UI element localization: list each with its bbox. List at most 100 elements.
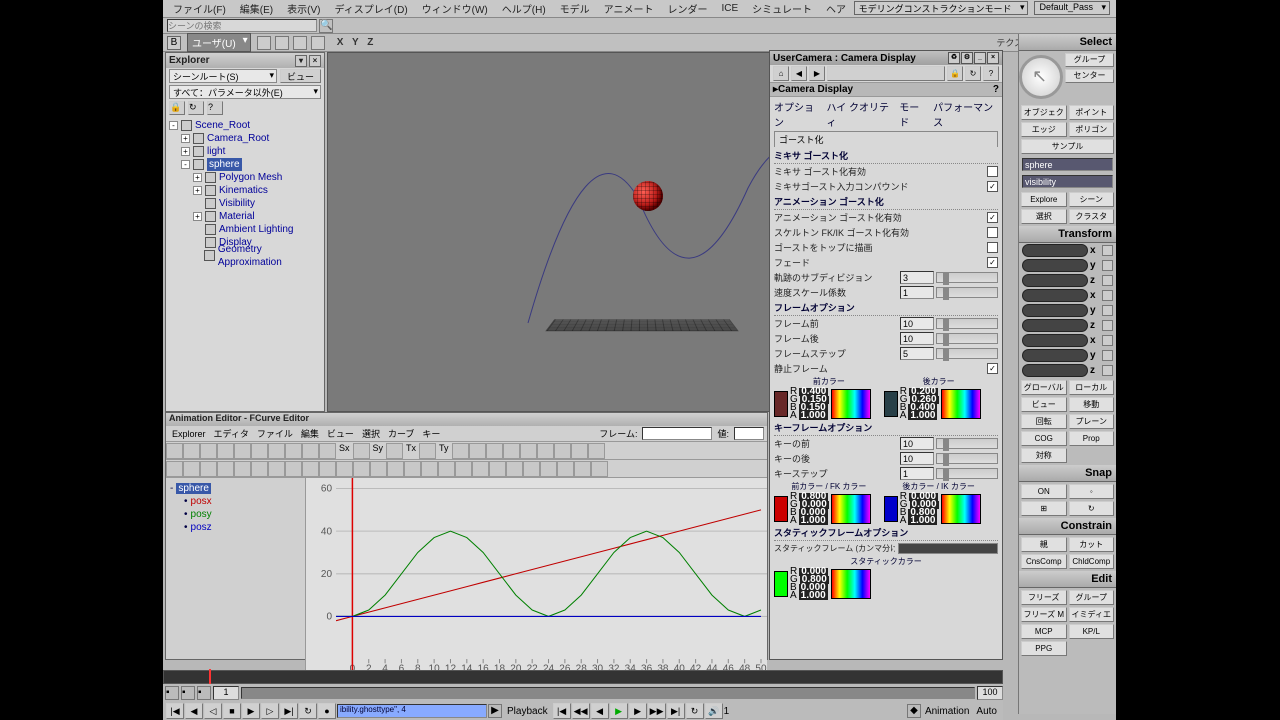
sphere-object[interactable]	[633, 181, 663, 211]
selection-button[interactable]: 選択	[1021, 209, 1067, 224]
toggle-icon[interactable]: -	[170, 483, 173, 494]
ppg-tabs[interactable]: オプションハイ クオリティモードパフォーマンス	[770, 97, 1002, 131]
lock-icon[interactable]: 🔒	[169, 101, 185, 115]
transform-opt-icon[interactable]	[1102, 260, 1113, 271]
explorer-close-icon[interactable]: ×	[309, 55, 321, 67]
expand-icon[interactable]: -	[169, 121, 178, 130]
ppg-tab[interactable]: ハイ クオリティ	[826, 99, 893, 129]
selection-tool-icon[interactable]	[1019, 55, 1063, 99]
fcurve-channel[interactable]: •posz	[170, 521, 301, 534]
edit-button[interactable]: KP/L	[1069, 624, 1115, 639]
transform-field[interactable]	[1022, 304, 1088, 317]
fcurve-tool-icon[interactable]	[336, 461, 353, 477]
color-swatch[interactable]	[774, 571, 788, 597]
fcurve-tool-icon[interactable]	[319, 443, 336, 459]
range-slider[interactable]	[241, 687, 975, 699]
axis-toggle[interactable]: Tx	[403, 443, 419, 459]
param-slider[interactable]	[936, 438, 998, 449]
fcurve-tool-icon[interactable]	[166, 461, 183, 477]
fcurve-tool-icon[interactable]	[370, 461, 387, 477]
axis-x-label[interactable]: x	[1090, 290, 1100, 301]
axis-x-label[interactable]: x	[1090, 335, 1100, 346]
ppg-info-icon[interactable]: ?	[993, 84, 999, 95]
ppg-min-icon[interactable]: _	[974, 52, 986, 64]
param-input[interactable]	[900, 271, 934, 284]
edge-filter-button[interactable]: エッジ	[1021, 122, 1067, 137]
menu-item[interactable]: アニメート	[598, 0, 660, 18]
menu-item[interactable]: ヘア	[820, 0, 852, 18]
fcurve-tool-icon[interactable]	[285, 443, 302, 459]
param-input[interactable]	[900, 467, 934, 480]
color-ramp[interactable]	[831, 389, 871, 419]
fcurve-tool-icon[interactable]	[319, 461, 336, 477]
selection-vis-field[interactable]	[1022, 175, 1113, 188]
ppg-tab[interactable]: オプション	[774, 99, 820, 129]
snap-opt2[interactable]: ⊞	[1021, 501, 1067, 516]
menu-item[interactable]: レンダー	[661, 0, 713, 18]
fcurve-menu-item[interactable]: エディタ	[211, 426, 252, 441]
scene-button[interactable]: シーン	[1069, 192, 1115, 207]
edit-button[interactable]: フリーズ M	[1021, 607, 1067, 622]
pb-nextkey-icon[interactable]: ▶▶	[648, 703, 666, 719]
color-widget[interactable]: R 0.000G 0.000B 0.800A 1.000	[884, 493, 994, 525]
fcurve-tool-icon[interactable]	[421, 461, 438, 477]
fcurve-tool-icon[interactable]	[472, 461, 489, 477]
static-frame-input[interactable]	[898, 543, 998, 554]
frame-input[interactable]	[642, 427, 712, 440]
ppg-tab[interactable]: モード	[899, 99, 927, 129]
transform-field[interactable]	[1022, 349, 1088, 362]
ppg-help-icon[interactable]: ?	[983, 66, 999, 81]
fcurve-tool-icon[interactable]	[387, 461, 404, 477]
current-frame[interactable]: 1	[724, 706, 754, 717]
tree-node[interactable]: Visibility	[169, 197, 321, 210]
explorer-pin-icon[interactable]: ▾	[295, 55, 307, 67]
fcurve-tool-icon[interactable]	[217, 443, 234, 459]
view-menu-icon[interactable]: B	[167, 36, 181, 50]
transform-toggle[interactable]: ビュー	[1021, 397, 1067, 412]
color-swatch[interactable]	[884, 391, 898, 417]
transport-first-icon[interactable]: |◀	[166, 703, 184, 719]
expand-icon[interactable]: +	[193, 173, 202, 182]
fcurve-tool-icon[interactable]	[503, 443, 520, 459]
transform-opt-icon[interactable]	[1102, 350, 1113, 361]
axis-y-label[interactable]: y	[1090, 305, 1100, 316]
snap-opt3[interactable]: ↻	[1069, 501, 1115, 516]
fcurve-tool-icon[interactable]	[166, 443, 183, 459]
fcurve-tool-icon[interactable]	[302, 461, 319, 477]
view-icon-3[interactable]	[293, 36, 307, 50]
snap-on-button[interactable]: ON	[1021, 484, 1067, 499]
fcurve-channel[interactable]: •posy	[170, 508, 301, 521]
fcurve-tool-icon[interactable]	[302, 443, 319, 459]
transport-loop-icon[interactable]: ↻	[299, 703, 317, 719]
fcurve-tool-icon[interactable]	[588, 443, 605, 459]
construction-mode-dropdown[interactable]: モデリングコンストラクションモード	[854, 1, 1029, 15]
explorer-view-button[interactable]: ビュー	[280, 69, 321, 83]
fcurve-tool-icon[interactable]	[520, 443, 537, 459]
ppg-recycle-icon[interactable]: ♻	[948, 52, 960, 64]
value-input[interactable]	[734, 427, 764, 440]
fcurve-menu-item[interactable]: Explorer	[169, 428, 209, 440]
cluster-button[interactable]: クラスタ	[1069, 209, 1115, 224]
tree-node[interactable]: Geometry Approximation	[169, 249, 321, 262]
fcurve-tool-icon[interactable]	[183, 443, 200, 459]
fcurve-tool-icon[interactable]	[251, 461, 268, 477]
script-run-icon[interactable]: ▶	[488, 704, 502, 718]
ppg-back-icon[interactable]: ◀	[791, 66, 807, 81]
fcurve-toolbar-1[interactable]: SxSyTxTy	[166, 442, 767, 460]
transform-toggle[interactable]: 対称	[1021, 448, 1067, 463]
transform-toggle[interactable]: ローカル	[1069, 380, 1115, 395]
param-checkbox[interactable]: ✓	[987, 181, 998, 192]
menu-item[interactable]: シミュレート	[746, 0, 818, 18]
transport-next-icon[interactable]: ▷	[261, 703, 279, 719]
key-icon-2[interactable]: ▪	[181, 686, 195, 700]
transform-field[interactable]	[1022, 364, 1088, 377]
color-widget[interactable]: R 0.400G 0.150B 0.150A 1.000	[774, 388, 884, 420]
fcurve-tool-icon[interactable]	[419, 443, 436, 459]
color-widget[interactable]: R 0.800G 0.000B 0.000A 1.000	[774, 493, 884, 525]
param-input[interactable]	[900, 317, 934, 330]
fcurve-tool-icon[interactable]	[200, 443, 217, 459]
expand-icon[interactable]: +	[181, 134, 190, 143]
key-icon[interactable]: ▪	[165, 686, 179, 700]
param-checkbox[interactable]	[987, 242, 998, 253]
transport-rec-icon[interactable]: ●	[318, 703, 336, 719]
